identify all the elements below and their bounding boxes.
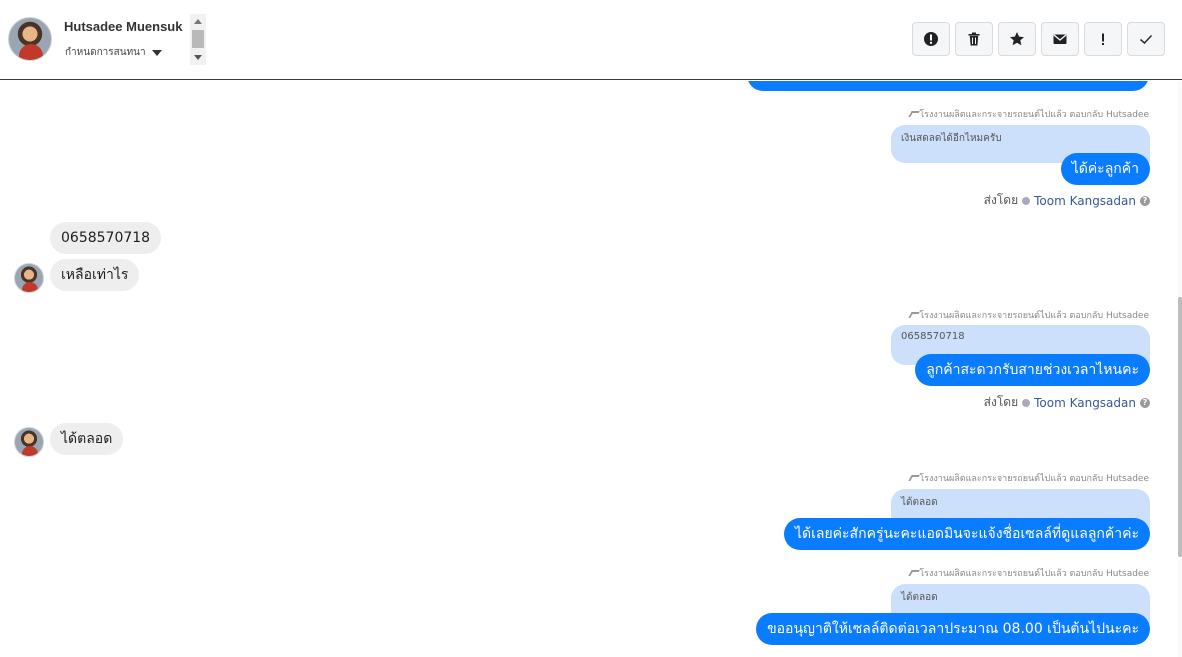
outgoing-message[interactable]: ขออนุญาติให้เซลล์ติดต่อเวลาประมาณ 08.00 … xyxy=(756,613,1150,645)
star-button[interactable] xyxy=(998,22,1036,56)
contact-name[interactable]: Hutsadee Muensuk xyxy=(64,19,188,34)
follow-up-button[interactable] xyxy=(1084,22,1122,56)
reply-meta-text: โรงงานผลิตและกระจายรถยนต์ไปแล้ว ตอบกลับ … xyxy=(919,311,1149,321)
scroll-up-icon[interactable] xyxy=(194,19,202,24)
reply-meta-text: โรงงานผลิตและกระจายรถยนต์ไปแล้ว ตอบกลับ … xyxy=(919,474,1149,484)
contact-avatar[interactable] xyxy=(8,17,52,61)
spam-button[interactable] xyxy=(912,22,950,56)
sent-by-label: ส่งโดย xyxy=(983,193,1019,207)
exclamation-circle-icon xyxy=(924,32,938,46)
exclamation-icon xyxy=(1102,33,1104,45)
reply-meta: โรงงานผลิตและกระจายรถยนต์ไปแล้ว ตอบกลับ … xyxy=(908,107,1149,121)
trash-icon xyxy=(968,32,980,46)
action-toolbar xyxy=(912,22,1165,56)
mark-unread-button[interactable] xyxy=(1041,22,1079,56)
label-dropdown-text: กำหนดการสนทนา xyxy=(65,47,146,58)
previous-message-bubble[interactable] xyxy=(747,81,1149,91)
help-icon[interactable]: ? xyxy=(1140,195,1150,206)
thread-scrollbar[interactable] xyxy=(1178,81,1182,657)
incoming-message[interactable]: เหลือเท่าไร xyxy=(50,259,140,291)
outgoing-message[interactable]: ได้ค่ะลูกค้า xyxy=(1060,153,1150,185)
delete-button[interactable] xyxy=(955,22,993,56)
agent-link[interactable]: Toom Kangsadan xyxy=(1034,194,1136,208)
scroll-down-icon[interactable] xyxy=(194,55,202,60)
verified-icon xyxy=(1022,398,1031,407)
label-dropdown[interactable]: กำหนดการสนทนา xyxy=(65,45,162,60)
outgoing-message[interactable]: ได้เลยค่ะสักครู่นะคะแอดมินจะแจ้งชื่อเซลล… xyxy=(783,518,1150,550)
star-icon xyxy=(1010,32,1024,46)
reply-meta-text: โรงงานผลิตและกระจายรถยนต์ไปแล้ว ตอบกลับ … xyxy=(919,110,1149,120)
verified-icon xyxy=(1022,196,1031,205)
incoming-message[interactable]: 0658570718 xyxy=(50,222,162,254)
incoming-message[interactable]: ได้ตลอด xyxy=(50,423,124,455)
outgoing-message[interactable]: ลูกค้าสะดวกรับสายช่วงเวลาไหนคะ xyxy=(915,354,1150,386)
agent-link[interactable]: Toom Kangsadan xyxy=(1034,396,1136,410)
reply-meta: โรงงานผลิตและกระจายรถยนต์ไปแล้ว ตอบกลับ … xyxy=(908,308,1149,322)
done-button[interactable] xyxy=(1127,22,1165,56)
message-thread[interactable]: โรงงานผลิตและกระจายรถยนต์ไปแล้ว ตอบกลับ … xyxy=(0,81,1182,657)
contact-avatar-small[interactable] xyxy=(14,263,44,293)
help-icon[interactable]: ? xyxy=(1140,397,1150,408)
header-scrollbar[interactable] xyxy=(190,14,206,65)
check-icon xyxy=(1139,34,1153,45)
envelope-icon xyxy=(1053,34,1067,44)
scroll-thumb[interactable] xyxy=(192,30,204,48)
contact-avatar-small[interactable] xyxy=(14,427,44,457)
reply-meta: โรงงานผลิตและกระจายรถยนต์ไปแล้ว ตอบกลับ … xyxy=(908,471,1149,485)
sent-by-label: ส่งโดย xyxy=(983,395,1019,409)
reply-meta-text: โรงงานผลิตและกระจายรถยนต์ไปแล้ว ตอบกลับ … xyxy=(919,569,1149,579)
sent-by: ส่งโดย Toom Kangsadan ? xyxy=(984,393,1150,412)
caret-down-icon xyxy=(151,49,162,56)
thread-scroll-thumb[interactable] xyxy=(1178,297,1182,557)
conversation-header: Hutsadee Muensuk กำหนดการสนทนา xyxy=(0,0,1182,80)
reply-meta: โรงงานผลิตและกระจายรถยนต์ไปแล้ว ตอบกลับ … xyxy=(908,566,1149,580)
sent-by: ส่งโดย Toom Kangsadan ? xyxy=(984,191,1150,210)
